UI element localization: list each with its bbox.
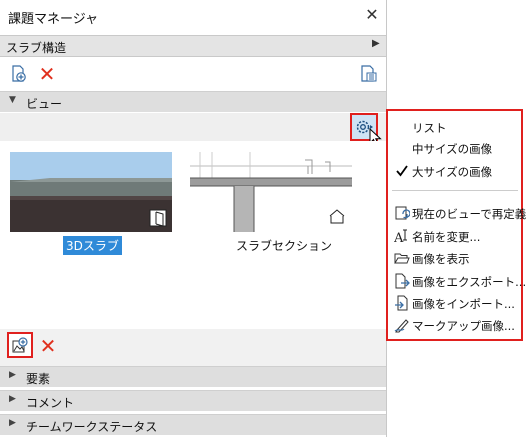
section-elements-label: 要素 — [26, 372, 51, 386]
open-folder-icon — [394, 250, 410, 266]
menu-divider — [392, 190, 518, 191]
view-toolbar-strip — [0, 113, 386, 141]
menu-item-label: 中サイズの画像 — [412, 142, 493, 156]
menu-item-label: 大サイズの画像 — [412, 165, 493, 179]
menu-item-label: 現在のビューで再定義 — [412, 207, 526, 221]
menu-item-label: マークアップ画像... — [412, 319, 515, 333]
thumbnail-slab-section[interactable] — [190, 152, 352, 232]
menu-item-large-image[interactable]: 大サイズの画像 — [388, 161, 521, 181]
redefine-view-icon — [394, 205, 410, 221]
chevron-right-icon: ▶ — [9, 394, 16, 404]
menu-item-show-image[interactable]: 画像を表示 — [388, 248, 521, 268]
chevron-down-icon: ▼ — [9, 95, 16, 105]
import-icon — [394, 295, 410, 311]
export-icon — [394, 273, 410, 289]
window-title: 課題マネージャ — [8, 12, 99, 27]
structure-dropdown[interactable]: スラブ構造 ▶ — [0, 35, 386, 57]
section-view[interactable]: ▼ ビュー — [0, 91, 386, 112]
add-image-icon — [12, 337, 28, 353]
chevron-right-icon: ▶ — [372, 38, 380, 49]
menu-item-rename[interactable]: A 名前を変更... — [388, 226, 521, 246]
menu-item-label: 画像をインポート... — [412, 297, 515, 311]
list-settings-button[interactable] — [358, 63, 380, 85]
menu-item-redefine-view[interactable]: 現在のビューで再定義 — [388, 203, 526, 223]
menu-item-markup-image[interactable]: マークアップ画像... — [388, 315, 521, 335]
thumbnail-3d-slab[interactable] — [10, 152, 172, 232]
thumbnail-caption-3d-slab[interactable]: 3Dスラブ — [63, 236, 122, 255]
section-view-label: ビュー — [26, 97, 63, 111]
add-document-icon[interactable] — [8, 63, 30, 85]
list-settings-icon — [361, 65, 377, 82]
thumbnail-caption-slab-section[interactable]: スラブセクション — [236, 237, 332, 254]
structure-dropdown-label: スラブ構造 — [6, 41, 67, 55]
delete-button[interactable]: ✕ — [36, 63, 58, 85]
menu-item-export-image[interactable]: 画像をエクスポート... — [388, 271, 526, 291]
menu-item-label: 画像をエクスポート... — [412, 275, 526, 289]
section-teamwork-status[interactable]: ▶ チームワークステータス — [0, 414, 386, 435]
section-comments-label: コメント — [26, 396, 75, 410]
chevron-right-icon: ▶ — [9, 418, 16, 428]
menu-item-label: 名前を変更... — [412, 230, 481, 244]
title-bar: 課題マネージャ ✕ — [0, 0, 386, 31]
checkmark-icon — [394, 163, 410, 179]
markup-pen-icon — [394, 317, 410, 333]
svg-text:A: A — [394, 231, 404, 244]
delete-view-button[interactable]: ✕ — [37, 335, 59, 357]
section-teamwork-status-label: チームワークステータス — [26, 420, 158, 434]
chevron-right-icon: ▶ — [9, 370, 16, 380]
section-comments[interactable]: ▶ コメント — [0, 390, 386, 411]
menu-item-medium-image[interactable]: 中サイズの画像 — [388, 138, 521, 158]
menu-item-label: 画像を表示 — [412, 252, 470, 266]
add-view-button[interactable] — [7, 332, 33, 358]
menu-item-list[interactable]: リスト — [388, 117, 521, 137]
delete-x-icon: ✕ — [39, 334, 57, 358]
close-button[interactable]: ✕ — [362, 4, 382, 26]
delete-x-icon: ✕ — [38, 62, 56, 86]
rename-icon: A — [394, 228, 410, 244]
menu-item-import-image[interactable]: 画像をインポート... — [388, 293, 521, 313]
view-options-menu: リスト 中サイズの画像 大サイズの画像 現在のビューで再定義 A 名前を変更..… — [386, 109, 526, 341]
menu-item-label: リスト — [412, 121, 447, 135]
section-elements[interactable]: ▶ 要素 — [0, 366, 386, 387]
